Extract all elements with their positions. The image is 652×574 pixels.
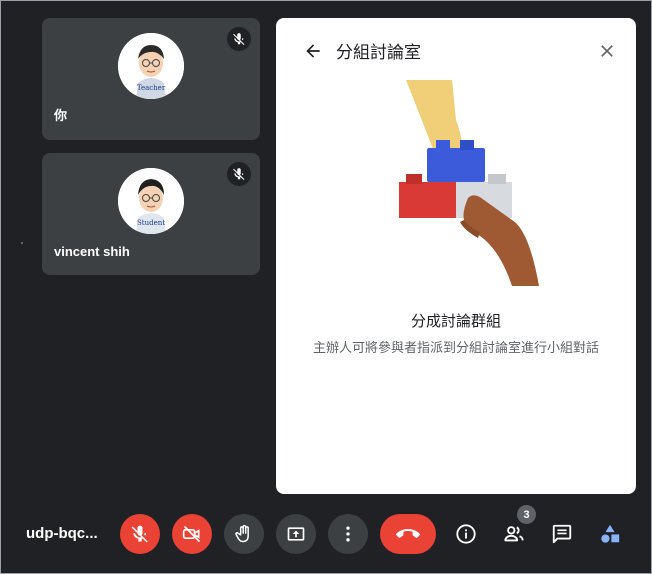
activities-button[interactable]: [594, 518, 626, 550]
activities-icon: [601, 524, 620, 543]
participant-tile-self[interactable]: Teacher 你: [42, 18, 260, 140]
participant-tile-vincent[interactable]: Student vincent shih: [42, 153, 260, 275]
leave-call-button[interactable]: [380, 514, 436, 554]
mic-off-icon: [233, 33, 245, 45]
close-icon: [601, 45, 613, 57]
avatar: Student: [118, 168, 184, 234]
camera-off-icon: [182, 525, 201, 543]
more-options-button[interactable]: [328, 514, 368, 554]
meeting-window: Teacher 你 Student vincent shih 分組討論室 分成討…: [0, 0, 652, 574]
hang-up-icon: [396, 529, 420, 538]
avatar: Teacher: [118, 33, 184, 99]
meeting-code[interactable]: udp-bqc...: [26, 525, 98, 542]
arrow-back-icon: [306, 44, 320, 58]
close-button[interactable]: [596, 40, 618, 62]
people-icon: [504, 526, 524, 542]
raise-hand-button[interactable]: [224, 514, 264, 554]
chat-icon: [552, 524, 572, 544]
mic-toggle-button[interactable]: [120, 514, 160, 554]
breakout-heading: 分成討論群組: [410, 313, 501, 330]
decorative-dot: [21, 242, 23, 244]
building-blocks-illustration: [399, 80, 539, 286]
raise-hand-icon: [235, 524, 249, 543]
participant-name: vincent shih: [54, 244, 130, 259]
chat-button[interactable]: [546, 518, 578, 550]
avatar-caption: Student: [136, 219, 166, 227]
meeting-info-button[interactable]: [450, 518, 482, 550]
present-screen-icon: [287, 527, 305, 541]
mic-off-icon: [233, 168, 245, 180]
breakout-description: 主辦人可將參與者指派到分組討論室進行小組對話: [312, 340, 599, 355]
avatar-caption: Teacher: [136, 84, 166, 92]
participant-count-badge: 3: [517, 505, 536, 524]
mic-off-icon: [131, 525, 148, 543]
panel-title: 分組討論室: [336, 43, 421, 62]
camera-toggle-button[interactable]: [172, 514, 212, 554]
more-options-icon: [346, 526, 350, 542]
meeting-info-icon: [456, 524, 476, 544]
participant-name: 你: [54, 108, 68, 123]
present-screen-button[interactable]: [276, 514, 316, 554]
breakout-rooms-panel: 分組討論室 分成討論群組 主辦人可將參與者指派到分組討論室進行小組對話: [276, 18, 636, 494]
back-button[interactable]: [302, 40, 324, 62]
mic-muted-indicator: [227, 162, 251, 186]
mic-muted-indicator: [227, 27, 251, 51]
